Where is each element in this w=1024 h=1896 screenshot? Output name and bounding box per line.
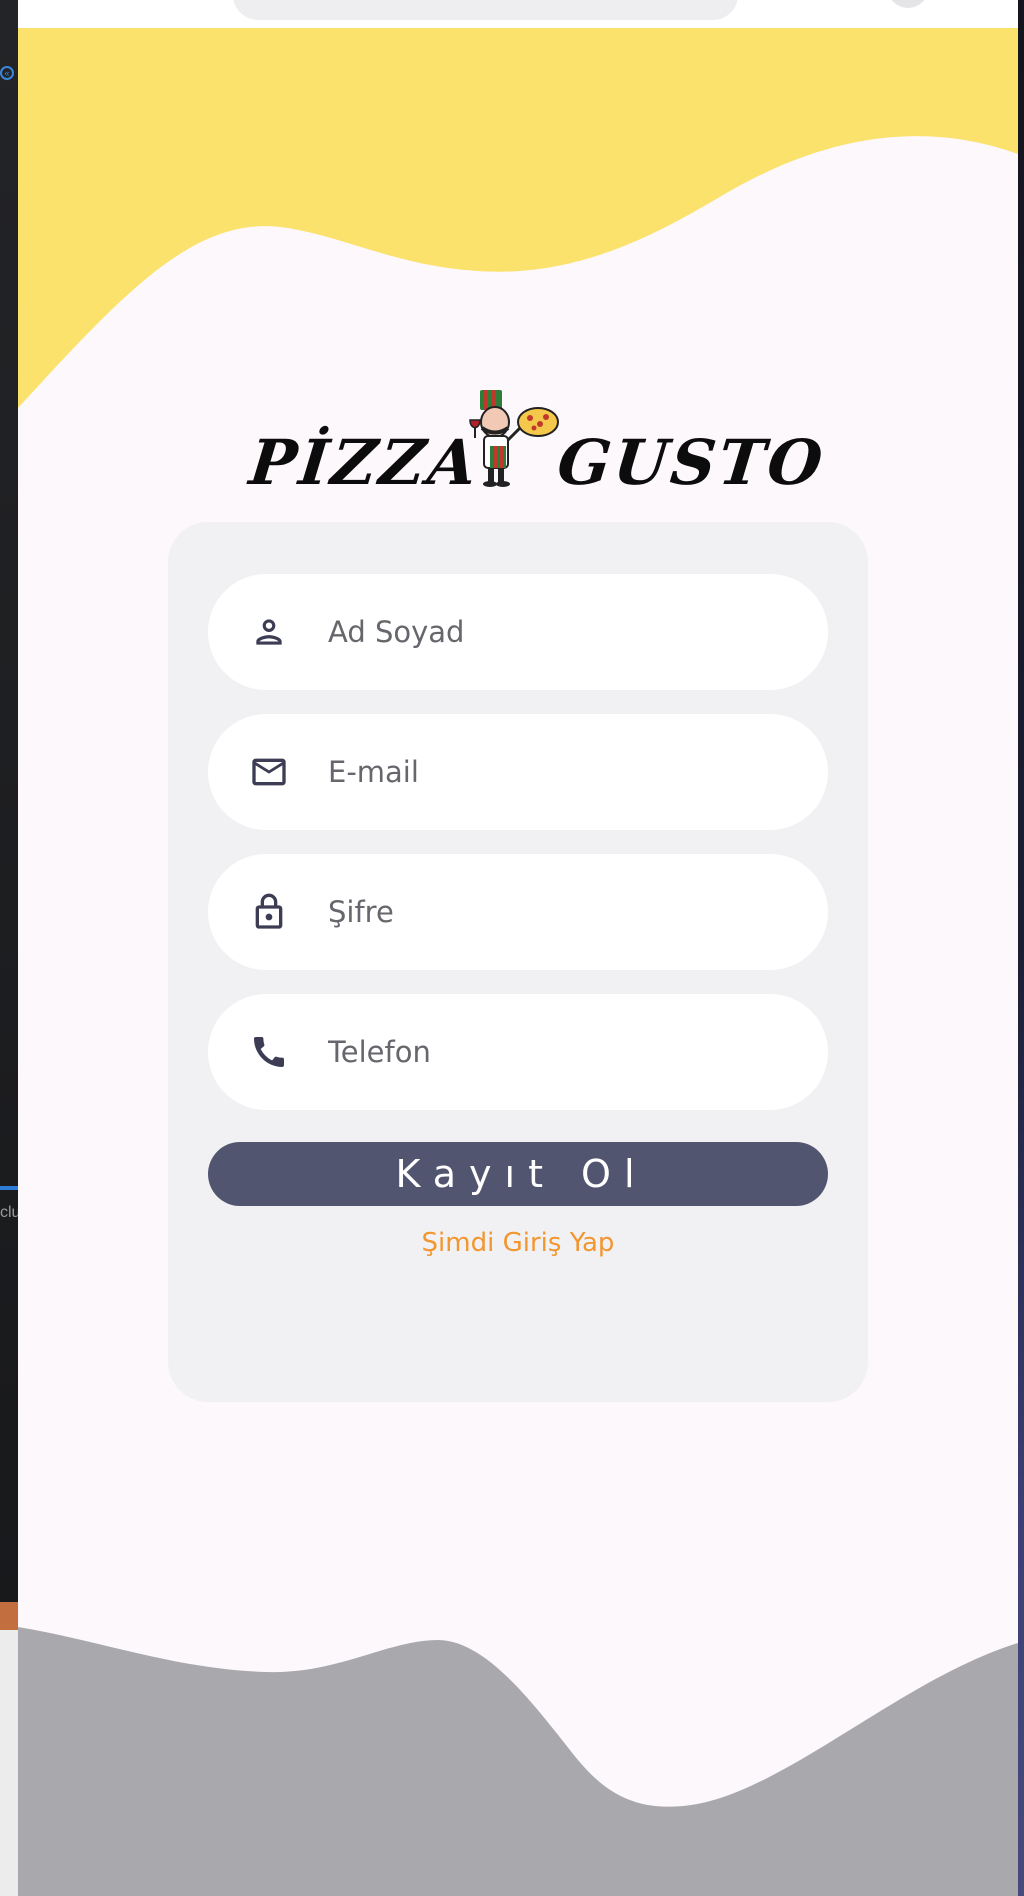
mail-icon [248, 751, 290, 793]
login-now-link[interactable]: Şimdi Giriş Yap [168, 1228, 868, 1258]
person-icon [248, 611, 290, 653]
register-button[interactable]: Kayıt Ol [208, 1142, 828, 1206]
password-input[interactable] [328, 854, 788, 970]
editor-panel [0, 1630, 18, 1896]
browser-top-bar [18, 0, 1018, 28]
register-form-card: Kayıt Ol Şimdi Giriş Yap [168, 522, 868, 1402]
back-circle-icon: « [0, 66, 14, 80]
bottom-wave-decoration [18, 1627, 1018, 1896]
phone-field[interactable] [208, 994, 828, 1110]
email-input[interactable] [328, 714, 788, 830]
password-field[interactable] [208, 854, 828, 970]
lock-icon [248, 891, 290, 933]
logo-word-gusto: GUSTO [554, 426, 829, 499]
top-wave-decoration [18, 28, 1018, 408]
email-field[interactable] [208, 714, 828, 830]
name-input[interactable] [328, 574, 788, 690]
editor-status-strip [0, 1602, 18, 1630]
chef-mascot-icon [469, 390, 559, 487]
address-bar[interactable] [233, 0, 738, 20]
phone-input[interactable] [328, 994, 788, 1110]
desktop-background-left: « clu [0, 0, 20, 1896]
logo-word-pizza: PİZZA [246, 426, 484, 499]
register-screen: PİZZA GUSTO Ad Soyad E-mail Telefon Kayı… [18, 0, 1018, 1896]
profile-avatar[interactable] [888, 0, 928, 8]
name-field[interactable] [208, 574, 828, 690]
editor-selection-line [0, 1186, 18, 1190]
phone-icon [248, 1031, 290, 1073]
pizza-gusto-logo: PİZZA GUSTO [246, 388, 829, 499]
